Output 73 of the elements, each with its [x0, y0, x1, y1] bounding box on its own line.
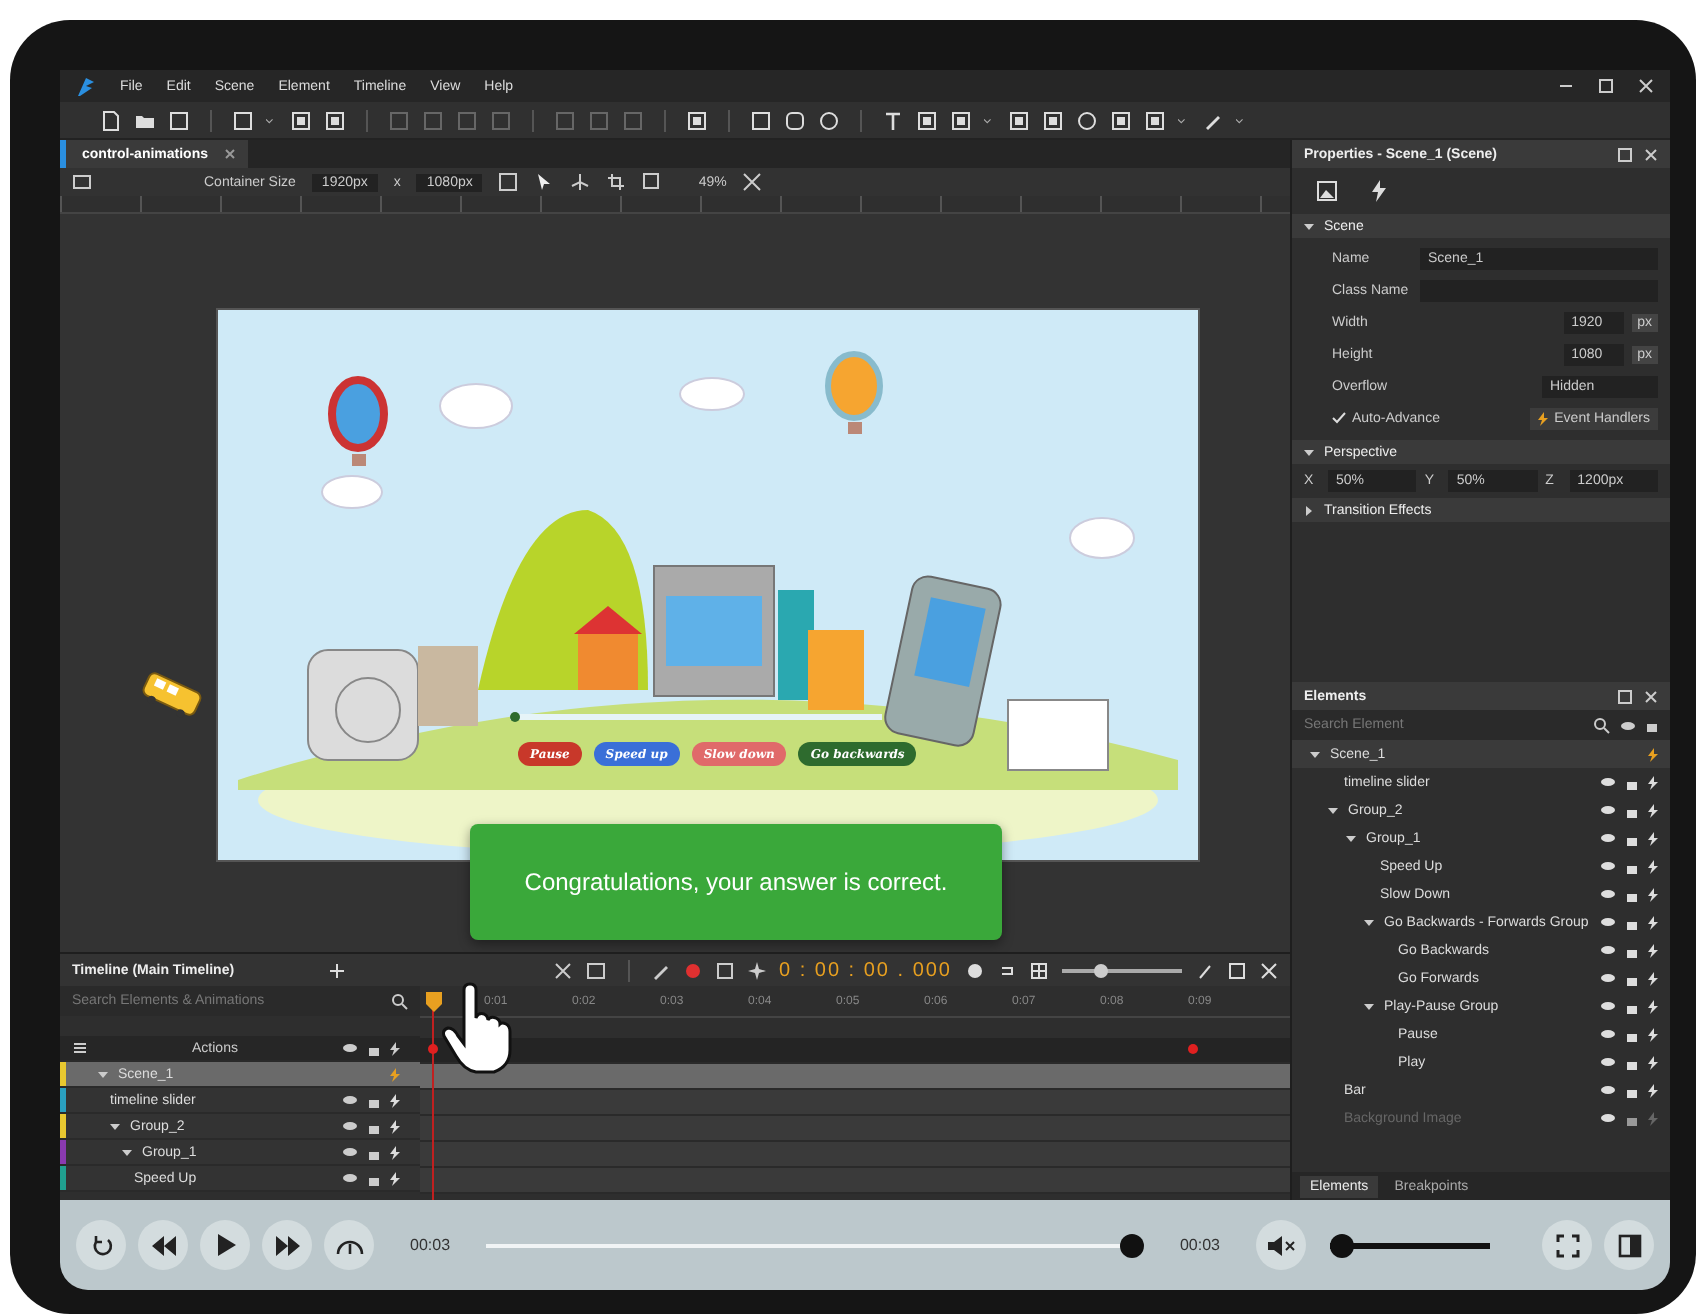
volume-thumb[interactable]	[1330, 1233, 1354, 1257]
sidebar-icon	[1617, 1233, 1641, 1257]
playhead-time: 0 : 00 : 00 . 000	[779, 959, 952, 981]
record-icon[interactable]	[683, 961, 701, 979]
slider-thumb[interactable]	[1093, 963, 1108, 977]
expander-icon[interactable]	[1346, 833, 1356, 843]
app-logo-icon	[76, 75, 96, 97]
timeline-slider[interactable]	[510, 712, 882, 722]
expander-icon[interactable]	[1364, 1001, 1374, 1011]
fullscreen-icon	[1555, 1233, 1579, 1257]
search-icon[interactable]	[1592, 716, 1610, 734]
sparkle-icon[interactable]	[747, 961, 765, 979]
eye-icon[interactable]	[1620, 719, 1636, 731]
monitor-icon[interactable]	[72, 173, 92, 191]
scissors-icon[interactable]	[553, 961, 571, 979]
current-time: 00:03	[410, 1236, 451, 1254]
circle-icon[interactable]	[1076, 109, 1098, 131]
close-icon[interactable]	[1644, 147, 1658, 161]
keyframe-icon[interactable]	[1188, 1044, 1198, 1054]
undock-icon[interactable]	[1618, 689, 1632, 703]
check-icon	[1332, 412, 1346, 424]
fit-icon[interactable]	[742, 172, 763, 192]
maximize-icon[interactable]	[1598, 78, 1614, 94]
hand-cursor-icon	[440, 982, 512, 1074]
expander-icon[interactable]	[1310, 749, 1320, 759]
bolt-icon	[1538, 411, 1549, 425]
expander-icon[interactable]	[1304, 505, 1314, 515]
circle-icon[interactable]	[818, 109, 840, 131]
expander-icon[interactable]	[1304, 447, 1314, 457]
search-icon[interactable]	[390, 992, 408, 1010]
feedback-message: Congratulations, your answer is correct.	[470, 824, 1002, 940]
expander-icon[interactable]	[1304, 221, 1314, 231]
text-icon[interactable]	[882, 109, 904, 131]
replay-icon	[89, 1233, 113, 1257]
fast-forward-icon	[275, 1235, 299, 1255]
speaker-icon	[1267, 1235, 1295, 1255]
move-icon[interactable]	[570, 172, 591, 192]
replay-button[interactable]	[76, 1220, 126, 1270]
fast-forward-button[interactable]	[262, 1220, 312, 1270]
close-icon[interactable]	[1644, 689, 1658, 703]
pointer-icon[interactable]	[534, 172, 555, 192]
mute-button[interactable]	[1256, 1220, 1306, 1270]
fullscreen-button[interactable]	[1542, 1220, 1592, 1270]
pen-icon[interactable]	[651, 961, 669, 979]
keyframe-icon[interactable]	[428, 1044, 438, 1054]
expander-icon[interactable]	[1364, 917, 1374, 927]
rewind-button[interactable]	[138, 1220, 188, 1270]
slider-thumb[interactable]	[510, 712, 520, 722]
rounded-square-icon[interactable]	[784, 109, 806, 131]
sidebar-toggle-button[interactable]	[1604, 1220, 1654, 1270]
duration-time: 00:03	[1179, 1236, 1220, 1254]
page-icon[interactable]	[100, 109, 122, 131]
expander-icon[interactable]	[122, 1147, 132, 1157]
expander-icon[interactable]	[1328, 805, 1338, 815]
grid-icon[interactable]	[1030, 961, 1048, 979]
maximize-icon[interactable]	[1228, 961, 1246, 979]
rewind-icon	[151, 1235, 175, 1255]
add-icon[interactable]	[328, 961, 347, 979]
lock-icon[interactable]	[1646, 718, 1658, 732]
close-icon[interactable]	[224, 148, 237, 160]
expander-icon[interactable]	[110, 1121, 120, 1131]
list-icon[interactable]	[72, 1040, 88, 1056]
lightning-icon[interactable]	[1370, 179, 1388, 201]
crop-icon[interactable]	[606, 172, 627, 192]
play-icon	[215, 1234, 235, 1256]
image-icon[interactable]	[1316, 179, 1338, 201]
close-icon[interactable]	[1638, 78, 1654, 94]
progress-thumb[interactable]	[1119, 1233, 1144, 1257]
play-button[interactable]	[200, 1220, 250, 1270]
eye-icon[interactable]	[342, 1042, 358, 1054]
undock-icon[interactable]	[1618, 147, 1632, 161]
loop-icon[interactable]	[998, 961, 1016, 979]
speed-button[interactable]	[324, 1220, 374, 1270]
